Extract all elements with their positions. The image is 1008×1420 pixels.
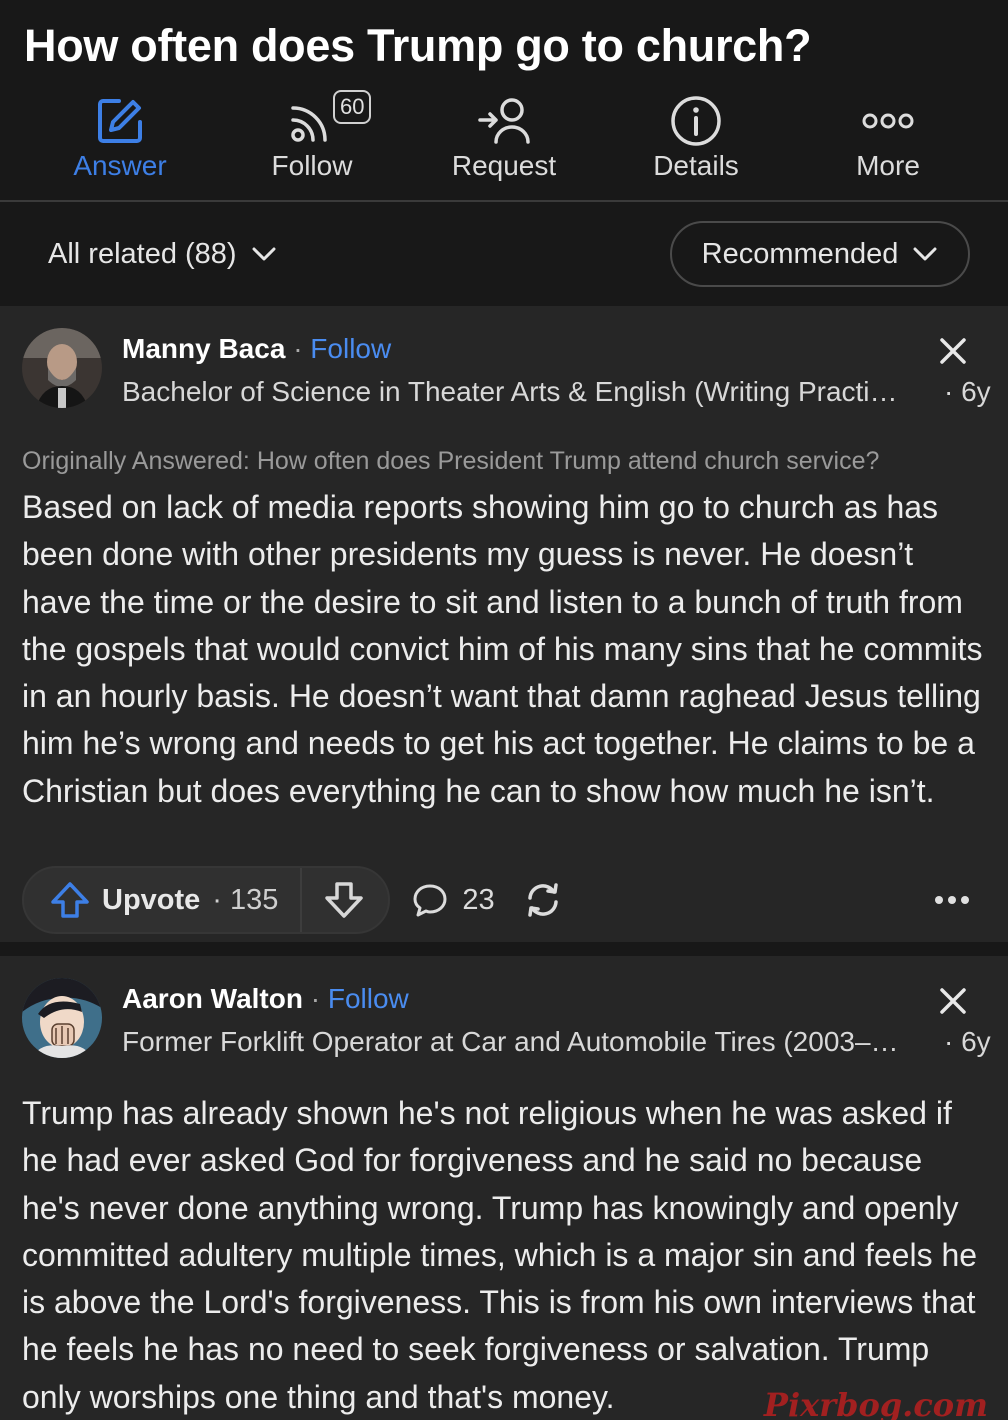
answer-button[interactable]: Answer: [24, 74, 216, 200]
answer-card: Manny Baca · Follow Bachelor of Science …: [0, 306, 1008, 942]
all-related-label: All related (88): [48, 237, 237, 270]
follow-count-badge: 60: [333, 90, 372, 124]
author-row: Manny Baca · Follow Bachelor of Science …: [22, 326, 991, 412]
name-line: Manny Baca · Follow: [122, 326, 991, 372]
more-button[interactable]: More: [792, 74, 984, 200]
request-person-icon: [478, 96, 530, 146]
answer-card: Aaron Walton · Follow Former Forklift Op…: [0, 956, 1008, 1420]
credential-line: Bachelor of Science in Theater Arts & En…: [122, 372, 991, 412]
comment-icon: [413, 884, 447, 917]
upvote-arrow-icon: [51, 882, 89, 918]
vote-pill: Upvote · 135: [22, 866, 391, 934]
follow-question-button[interactable]: 60 Follow: [216, 74, 408, 200]
details-button[interactable]: Details: [600, 74, 792, 200]
credential-line: Former Forklift Operator at Car and Auto…: [122, 1022, 991, 1062]
page: How often does Trump go to church? Answe…: [0, 0, 1008, 1420]
question-title: How often does Trump go to church?: [24, 20, 812, 71]
upvote-button[interactable]: Upvote · 135: [24, 868, 300, 932]
author-credential[interactable]: Former Forklift Operator at Car and Auto…: [122, 1022, 922, 1062]
close-icon[interactable]: [938, 986, 968, 1016]
watermark-logo: Pixrbog.com: [763, 1386, 988, 1420]
originally-answered[interactable]: Originally Answered: How often does Pres…: [22, 444, 986, 478]
follow-label: Follow: [271, 150, 353, 181]
follow-author-button[interactable]: Follow: [310, 333, 391, 364]
share-refresh-icon: [527, 883, 558, 917]
more-dots-icon: [862, 96, 914, 146]
comment-count: 23: [462, 883, 495, 916]
author-name[interactable]: Aaron Walton: [122, 983, 303, 1014]
sort-label: Recommended: [701, 237, 899, 270]
separator-dot: ·: [293, 333, 311, 364]
request-button[interactable]: Request: [408, 74, 600, 200]
chevron-down-icon: [252, 247, 276, 261]
answer-actions-bar: Upvote · 135 23: [22, 866, 986, 934]
chevron-down-icon: [913, 247, 937, 261]
upvote-label: Upvote: [102, 883, 201, 916]
sort-dropdown[interactable]: Recommended: [670, 221, 970, 287]
filter-bar: All related (88) Recommended: [0, 202, 1008, 306]
request-label: Request: [451, 150, 557, 181]
question-action-bar: Answer 60 Follow Request Details More: [24, 74, 984, 200]
answer-age: · 6y: [944, 1026, 991, 1057]
share-button[interactable]: [523, 881, 563, 919]
follow-author-button[interactable]: Follow: [328, 983, 409, 1014]
avatar[interactable]: [22, 978, 102, 1058]
author-info: Manny Baca · Follow Bachelor of Science …: [122, 326, 991, 412]
comment-button[interactable]: 23: [412, 882, 495, 918]
answer-age: · 6y: [944, 376, 991, 407]
answer-pencil-icon: [95, 96, 145, 146]
avatar[interactable]: [22, 328, 102, 408]
more-label: More: [856, 150, 920, 181]
all-related-dropdown[interactable]: All related (88): [48, 238, 277, 271]
answer-text[interactable]: Based on lack of media reports showing h…: [22, 484, 986, 815]
question-header: How often does Trump go to church? Answe…: [0, 0, 1008, 202]
answer-text[interactable]: Trump has already shown he's not religio…: [22, 1090, 986, 1420]
downvote-button[interactable]: [302, 868, 388, 932]
answer-label: Answer: [73, 150, 167, 181]
follow-feed-icon: 60: [289, 90, 372, 146]
author-info: Aaron Walton · Follow Former Forklift Op…: [122, 976, 991, 1062]
author-name[interactable]: Manny Baca: [122, 333, 285, 364]
author-row: Aaron Walton · Follow Former Forklift Op…: [22, 976, 991, 1062]
more-horizontal-icon: [935, 896, 969, 904]
info-icon: [670, 96, 722, 146]
answer-more-button[interactable]: [934, 895, 970, 905]
details-label: Details: [653, 150, 739, 181]
upvote-count: · 135: [212, 883, 279, 916]
close-icon[interactable]: [938, 336, 968, 366]
author-credential[interactable]: Bachelor of Science in Theater Arts & En…: [122, 372, 922, 412]
separator-dot: ·: [310, 983, 328, 1014]
name-line: Aaron Walton · Follow: [122, 976, 991, 1022]
downvote-arrow-icon: [325, 882, 364, 918]
